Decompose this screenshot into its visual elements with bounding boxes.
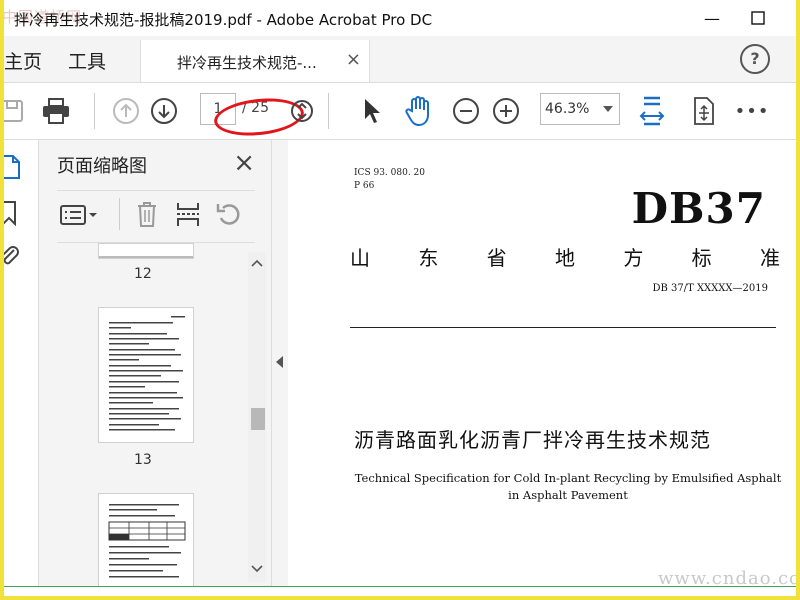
collapse-arrow-icon[interactable] (273, 354, 287, 370)
minimize-button[interactable]: — (694, 4, 730, 32)
next-page-button[interactable] (148, 95, 180, 127)
standard-type-char: 方 (623, 246, 644, 270)
watermark-bottom-right: www.cndao.com (658, 568, 796, 589)
thumbnail-page-13[interactable] (99, 308, 193, 442)
select-tool-button[interactable] (356, 95, 388, 127)
toolbar-separator (94, 93, 95, 129)
delete-page-button[interactable] (135, 200, 159, 232)
home-tab[interactable]: 主页 (4, 47, 42, 74)
scrollbar-thumb[interactable] (251, 408, 265, 430)
document-title-zh: 沥青路面乳化沥青厂拌冷再生技术规范 (354, 428, 711, 452)
print-button[interactable] (40, 95, 72, 127)
chevron-down-icon[interactable] (248, 562, 266, 576)
previous-page-button[interactable] (110, 95, 142, 127)
document-tab-label: 拌冷再生技术规范-... (177, 54, 317, 72)
p-code: P 66 (354, 181, 375, 191)
navigation-rail (4, 140, 39, 586)
chevron-up-icon[interactable] (248, 256, 266, 270)
thumbnails-panel: 页面缩略图 × 12 13 (39, 140, 271, 586)
thumbnails-close-button[interactable]: × (233, 148, 255, 178)
db-code: DB37 (631, 184, 766, 233)
standard-type-char: 山 (350, 246, 370, 270)
chevron-down-icon (603, 106, 613, 112)
standard-type: 山 东 省 地 方 标 准 (350, 242, 780, 271)
window-title: 拌冷再生技术规范-报批稿2019.pdf - Adobe Acrobat Pro… (14, 11, 433, 29)
standard-type-char: 省 (486, 246, 507, 270)
page-split-icon (177, 203, 199, 226)
divider (119, 198, 120, 230)
toolbar: 1 / 25 46.3% ••• (4, 83, 796, 140)
help-button[interactable]: ? (740, 44, 770, 74)
trash-icon (138, 202, 156, 227)
page-icon (4, 155, 20, 179)
options-list-icon (60, 205, 97, 225)
save-icon (4, 100, 23, 122)
page-table-preview (108, 504, 186, 578)
bookmarks-button[interactable] (4, 200, 18, 230)
standard-type-char: 准 (759, 246, 780, 270)
maximize-button[interactable] (740, 4, 776, 32)
thumbnail-options-button[interactable] (59, 202, 101, 232)
scroll-mode-button[interactable] (286, 95, 318, 127)
page-text-preview (109, 316, 185, 431)
toolbar-separator (328, 93, 329, 129)
expand-page-icon (694, 97, 714, 125)
standard-number: DB 37/T XXXXX—2019 (652, 283, 768, 294)
header-rule (350, 327, 776, 328)
extract-page-button[interactable] (175, 200, 201, 232)
acrobat-window: 中国道桥网 拌冷再生技术规范-报批稿2019.pdf - Adobe Acrob… (4, 0, 796, 596)
divider (57, 190, 255, 191)
document-view[interactable]: ICS 93. 080. 20 P 66 DB37 山 东 省 地 方 标 准 … (288, 140, 796, 586)
divider (57, 242, 255, 243)
more-tools-button[interactable]: ••• (735, 95, 769, 127)
panel-splitter[interactable] (271, 140, 288, 586)
hand-tool-button[interactable] (402, 95, 434, 127)
tools-tab[interactable]: 工具 (68, 47, 106, 74)
attachments-button[interactable] (4, 244, 20, 274)
document-tab[interactable]: 拌冷再生技术规范-... × (140, 40, 370, 82)
document-title-en: Technical Specification for Cold In-plan… (354, 471, 782, 502)
standard-type-char: 地 (554, 246, 575, 270)
fit-page-button[interactable] (636, 95, 668, 127)
maximize-icon (751, 11, 765, 25)
page-thumbnails-button[interactable] (4, 154, 22, 184)
fit-width-icon (639, 96, 665, 126)
print-icon (43, 98, 69, 124)
standard-type-char: 标 (691, 246, 712, 270)
document-tab-close-button[interactable]: × (346, 49, 361, 70)
thumbnail-label-13: 13 (134, 452, 152, 468)
cursor-arrow-icon (365, 99, 380, 123)
save-button[interactable] (4, 95, 28, 127)
zoom-out-button[interactable] (450, 95, 482, 127)
rotate-page-button[interactable] (215, 200, 243, 232)
rotate-icon (216, 204, 240, 225)
paperclip-icon (4, 246, 19, 265)
thumbnail-page-12[interactable] (99, 244, 193, 258)
bookmark-icon (4, 201, 16, 227)
plus-circle-icon (493, 98, 519, 124)
scroll-updown-icon (291, 100, 313, 122)
menu-bar: 主页 工具 拌冷再生技术规范-... × ? (4, 36, 796, 83)
zoom-select[interactable]: 46.3% (540, 93, 620, 125)
standard-type-char: 东 (418, 246, 439, 270)
ics-code: ICS 93. 080. 20 (354, 168, 425, 178)
title-bar: 中国道桥网 拌冷再生技术规范-报批稿2019.pdf - Adobe Acrob… (4, 0, 796, 36)
zoom-value: 46.3% (545, 101, 590, 117)
thumbnails-title: 页面缩略图 (57, 156, 147, 177)
thumbnails-scrollbar[interactable] (248, 252, 266, 582)
thumbnail-label-12: 12 (134, 266, 152, 282)
thumbnail-page-14[interactable] (99, 494, 193, 586)
arrow-down-circle-icon (151, 98, 177, 124)
zoom-in-button[interactable] (490, 95, 522, 127)
full-screen-button[interactable] (688, 95, 720, 127)
minus-circle-icon (453, 98, 479, 124)
hand-icon (405, 96, 429, 127)
arrow-up-circle-icon (113, 98, 139, 124)
